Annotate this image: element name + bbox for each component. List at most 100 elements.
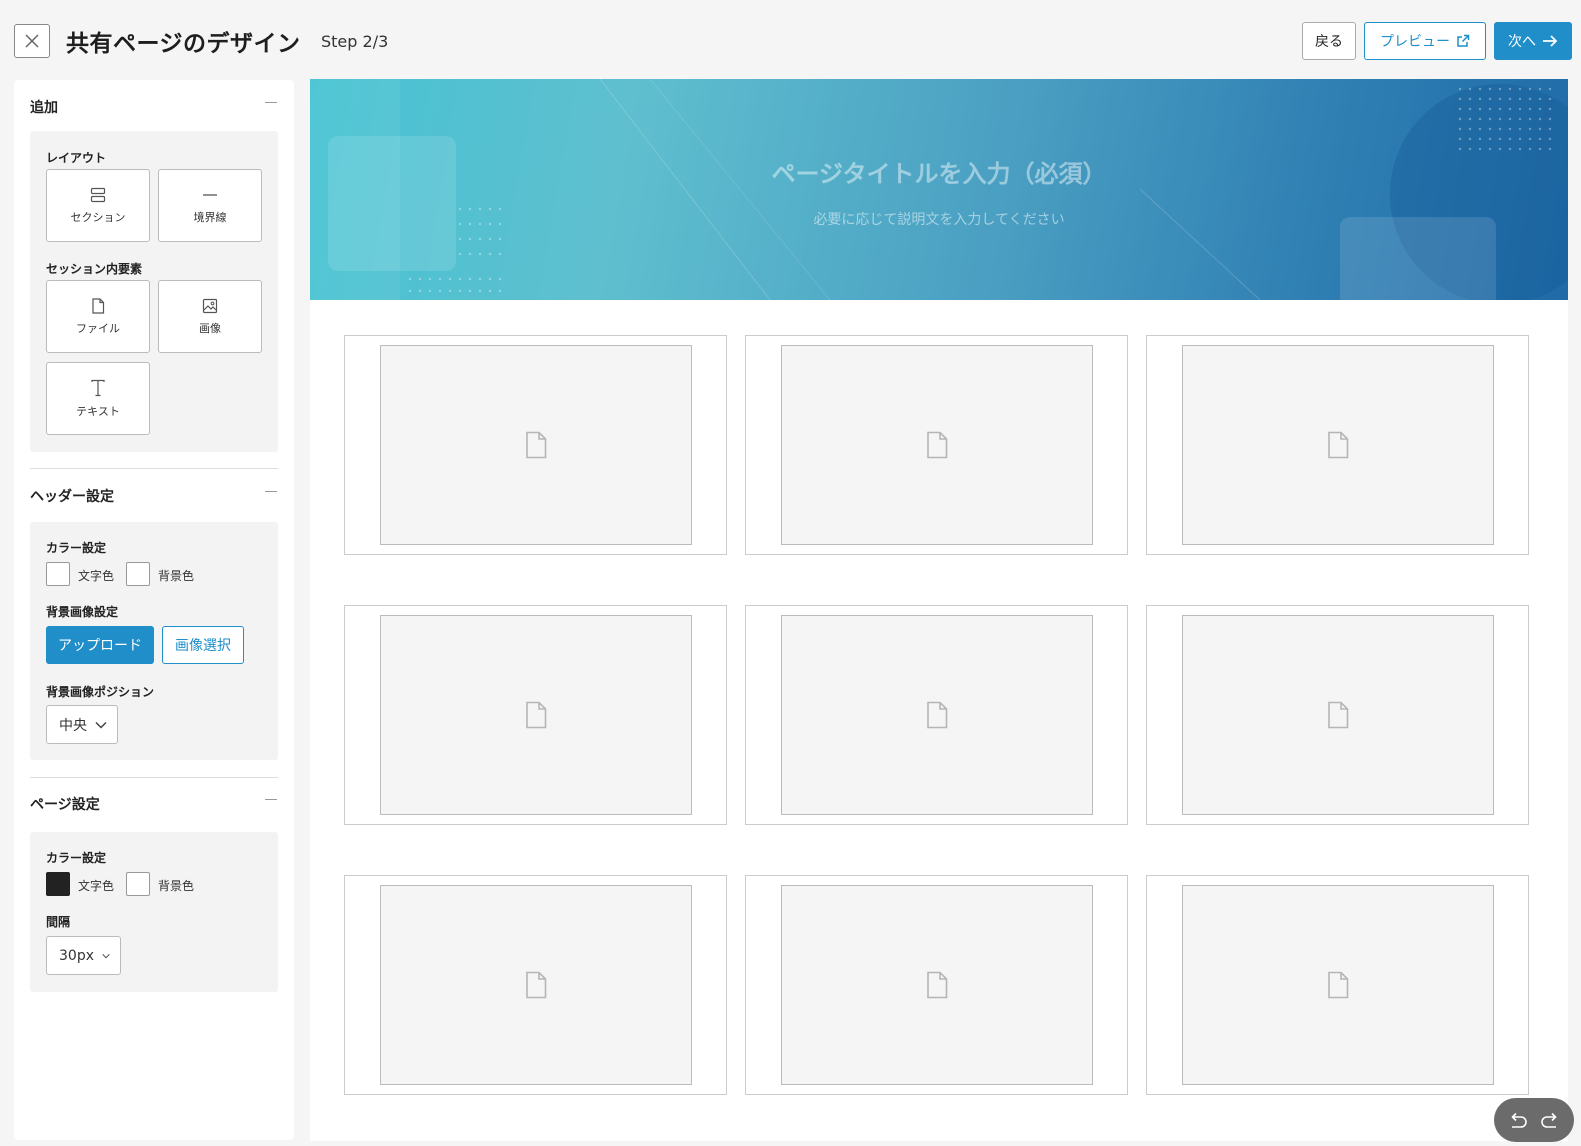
file-placeholder	[781, 885, 1093, 1085]
page-settings-title: ページ設定	[30, 797, 100, 813]
bg-position-label: 背景画像ポジション	[46, 685, 155, 699]
collapse-page-settings-button[interactable]	[264, 792, 278, 806]
collapse-add-button[interactable]	[264, 95, 278, 109]
page-title-placeholder[interactable]: ページタイトルを入力（必須）	[310, 154, 1568, 189]
divider-icon	[203, 193, 217, 196]
page-color-label: カラー設定	[46, 851, 107, 865]
next-button-label: 次へ	[1508, 34, 1536, 50]
next-button[interactable]: 次へ	[1494, 22, 1572, 60]
bg-position-value: 中央	[59, 717, 87, 734]
file-card[interactable]	[1146, 335, 1529, 555]
undo-button[interactable]	[1508, 1111, 1528, 1129]
file-icon	[1328, 971, 1349, 999]
file-icon	[927, 431, 948, 459]
file-icon	[526, 971, 547, 999]
preview-button-label: プレビュー	[1380, 34, 1450, 50]
page-bg-color-label: 背景色	[158, 879, 195, 893]
close-icon	[25, 34, 39, 48]
add-panel: レイアウト セクション 境界線 セッション内要素 ファイル 画像 テキスト	[30, 131, 278, 452]
file-placeholder	[1182, 615, 1494, 815]
section-tile-label: セクション	[70, 210, 126, 224]
bg-position-select[interactable]: 中央	[46, 705, 118, 744]
file-card[interactable]	[344, 875, 727, 1095]
file-placeholder	[380, 345, 692, 545]
sidebar: 追加 レイアウト セクション 境界線 セッション内要素 ファイル 画像 テキスト…	[14, 80, 294, 1140]
spacing-label: 間隔	[46, 915, 71, 929]
preview-button[interactable]: プレビュー	[1364, 22, 1486, 60]
arrow-right-icon	[1543, 35, 1558, 47]
redo-icon	[1541, 1112, 1557, 1128]
select-image-button[interactable]: 画像選択	[162, 626, 244, 664]
section-icon	[90, 187, 106, 202]
text-icon	[91, 379, 105, 396]
file-card[interactable]	[1146, 875, 1529, 1095]
undo-redo-control	[1494, 1098, 1574, 1142]
page-title: 共有ページのデザイン	[66, 31, 301, 57]
page-description-placeholder[interactable]: 必要に応じて説明文を入力してください	[310, 209, 1568, 229]
text-tile[interactable]: テキスト	[46, 362, 150, 435]
file-placeholder	[781, 615, 1093, 815]
header-settings-panel: カラー設定 文字色 背景色 背景画像設定 アップロード 画像選択 背景画像ポジシ…	[30, 522, 278, 760]
file-card[interactable]	[344, 335, 727, 555]
file-tile-label: ファイル	[76, 321, 120, 335]
upload-button-label: アップロード	[58, 638, 142, 654]
file-placeholder	[1182, 885, 1494, 1085]
chevron-down-icon	[95, 721, 107, 729]
undo-icon	[1511, 1112, 1527, 1128]
redo-button[interactable]	[1540, 1111, 1560, 1129]
image-tile-label: 画像	[199, 321, 221, 335]
page-text-color-swatch[interactable]	[46, 872, 70, 896]
close-button[interactable]	[14, 24, 50, 58]
image-tile[interactable]: 画像	[158, 280, 262, 353]
file-icon	[927, 701, 948, 729]
select-image-button-label: 画像選択	[175, 638, 231, 654]
file-placeholder	[1182, 345, 1494, 545]
step-indicator: Step 2/3	[321, 32, 389, 51]
file-card[interactable]	[1146, 605, 1529, 825]
file-icon	[92, 297, 105, 314]
bg-image-label: 背景画像設定	[46, 605, 119, 619]
header-bg-color-swatch[interactable]	[126, 562, 150, 586]
session-elements-label: セッション内要素	[46, 262, 143, 276]
back-button-label: 戻る	[1315, 34, 1343, 50]
header-text-color-label: 文字色	[78, 569, 115, 583]
file-placeholder	[380, 615, 692, 815]
file-icon	[1328, 431, 1349, 459]
collapse-header-settings-button[interactable]	[264, 484, 278, 498]
spacing-select[interactable]: 30px	[46, 936, 121, 975]
header-text-color-swatch[interactable]	[46, 562, 70, 586]
file-card[interactable]	[745, 335, 1128, 555]
page-canvas: ページタイトルを入力（必須） 必要に応じて説明文を入力してください	[310, 79, 1568, 1141]
section-tile[interactable]: セクション	[46, 169, 150, 242]
section-divider	[30, 468, 278, 469]
image-icon	[202, 298, 218, 313]
file-placeholder	[380, 885, 692, 1085]
file-icon	[526, 431, 547, 459]
spacing-value: 30px	[59, 947, 94, 964]
file-icon	[1328, 701, 1349, 729]
header-banner[interactable]: ページタイトルを入力（必須） 必要に応じて説明文を入力してください	[310, 79, 1568, 300]
page-bg-color-swatch[interactable]	[126, 872, 150, 896]
header-settings-title: ヘッダー設定	[30, 489, 114, 505]
upload-button[interactable]: アップロード	[46, 626, 154, 664]
file-tile[interactable]: ファイル	[46, 280, 150, 353]
file-icon	[927, 971, 948, 999]
external-link-icon	[1457, 34, 1470, 47]
header-bg-color-label: 背景色	[158, 569, 195, 583]
banner-decoration	[310, 79, 1568, 300]
section-divider	[30, 777, 278, 778]
chevron-down-icon	[102, 953, 110, 958]
text-tile-label: テキスト	[76, 404, 120, 418]
file-placeholder	[781, 345, 1093, 545]
divider-tile[interactable]: 境界線	[158, 169, 262, 242]
header-color-label: カラー設定	[46, 541, 107, 555]
layout-label: レイアウト	[46, 151, 107, 165]
top-bar: 共有ページのデザイン Step 2/3 戻る プレビュー 次へ	[0, 0, 1581, 80]
file-card[interactable]	[745, 605, 1128, 825]
back-button[interactable]: 戻る	[1302, 22, 1356, 60]
file-card[interactable]	[745, 875, 1128, 1095]
add-section-title: 追加	[30, 100, 58, 116]
file-card[interactable]	[344, 605, 727, 825]
page-text-color-label: 文字色	[78, 879, 115, 893]
divider-tile-label: 境界線	[193, 210, 227, 224]
